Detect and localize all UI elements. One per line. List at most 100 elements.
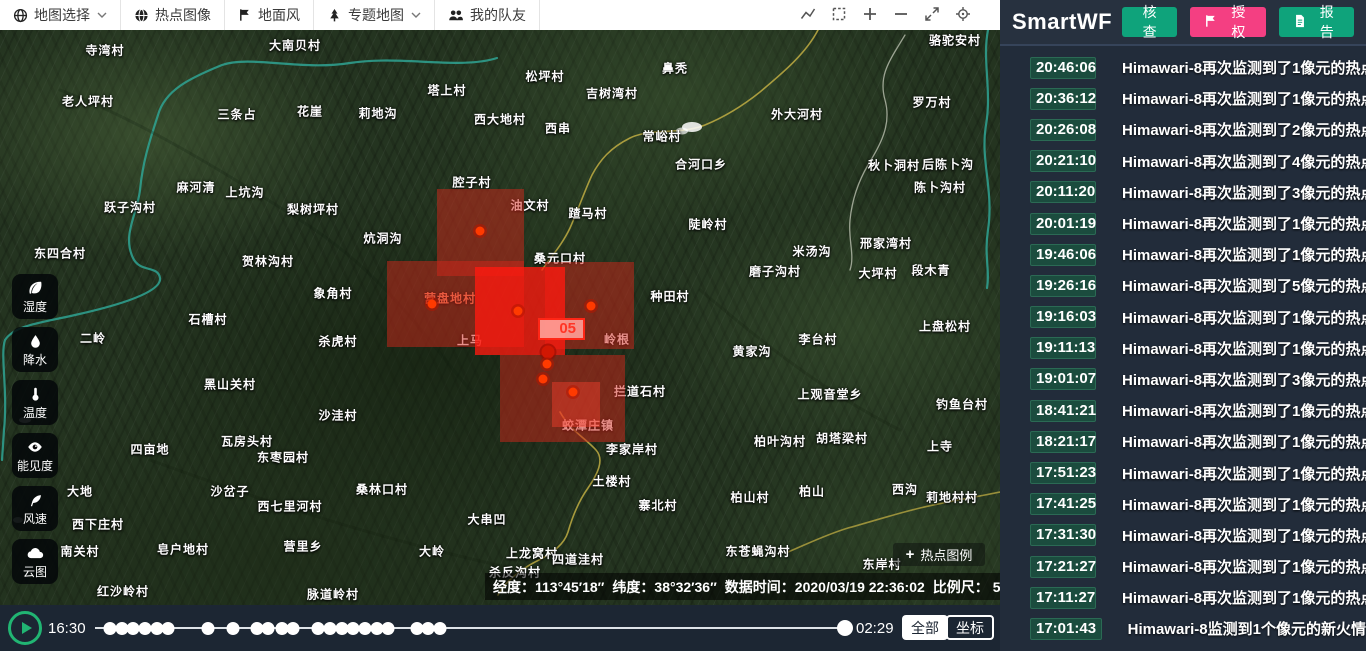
- map-label: 柏山: [799, 483, 825, 500]
- map-label: 李台村: [798, 331, 837, 348]
- feather-icon: [28, 491, 43, 509]
- alert-timestamp: 18:41:21: [1030, 400, 1096, 422]
- alert-row[interactable]: 17:31:30 Himawari-8再次监测到了1像元的热点: [1000, 520, 1366, 551]
- alert-row[interactable]: 18:21:17Himawari-8再次监测到了1像元的热点: [1000, 426, 1366, 457]
- timeline-dot[interactable]: [434, 622, 447, 635]
- 报告-button[interactable]: 报告: [1279, 7, 1354, 37]
- layer-button-eye[interactable]: 能见度: [12, 433, 58, 478]
- menu-globe-solid[interactable]: 热点图像: [121, 0, 225, 30]
- alert-row[interactable]: 17:11:27Himawari-8再次监测到了1像元的热点: [1000, 582, 1366, 613]
- layer-label: 降水: [23, 351, 47, 368]
- map-label: 吉树湾村: [586, 85, 638, 102]
- 授权-button[interactable]: 授权: [1190, 7, 1265, 37]
- alert-timestamp: 17:31:30: [1030, 524, 1096, 546]
- coordinates-button[interactable]: 坐标: [946, 615, 994, 640]
- map-label: 磨子沟村: [749, 263, 801, 280]
- map-label: 鼻秃: [662, 60, 688, 77]
- hotspot-legend-button[interactable]: + 热点图例: [893, 543, 985, 566]
- locate-button[interactable]: [954, 6, 972, 24]
- timeline-dot[interactable]: [382, 622, 395, 635]
- weather-layer-stack: 湿度降水温度能见度风速云图: [12, 274, 58, 584]
- alert-row[interactable]: 19:46:06Himawari-8再次监测到了1像元的热点: [1000, 239, 1366, 270]
- alert-message: Himawari-8再次监测到了5像元的热点: [1122, 275, 1366, 296]
- globe-icon: [13, 8, 28, 23]
- zoom-out-button[interactable]: [892, 6, 910, 24]
- alert-row[interactable]: 20:46:06Himawari-8再次监测到了1像元的热点: [1000, 52, 1366, 83]
- alert-message: Himawari-8再次监测到了1像元的热点: [1122, 213, 1366, 234]
- layer-button-leaf[interactable]: 湿度: [12, 274, 58, 319]
- alert-row[interactable]: 20:36:12Himawari-8再次监测到了1像元的热点: [1000, 83, 1366, 114]
- zoom-in-button[interactable]: [861, 6, 879, 24]
- measure-area-button[interactable]: [830, 6, 848, 24]
- menu-tree[interactable]: 专题地图: [314, 0, 435, 30]
- header-buttons: 核查授权报告: [1122, 7, 1354, 37]
- map-label: 上盘松村: [919, 318, 971, 335]
- map-label: 米汤沟: [792, 243, 831, 260]
- plus-icon: +: [906, 546, 915, 563]
- village-labels: 寺湾村大南贝村松坪村吉树湾村鼻秃骆驼安村老人坪村三条占花崖莉地沟塔上村西大地村西…: [0, 30, 1000, 605]
- timeline-dot[interactable]: [287, 622, 300, 635]
- panel-header: SmartWF 核查授权报告: [1000, 0, 1366, 46]
- layer-button-feather[interactable]: 风速: [12, 486, 58, 531]
- 核查-button[interactable]: 核查: [1122, 7, 1177, 37]
- fullscreen-button[interactable]: [923, 6, 941, 24]
- alert-row[interactable]: 18:41:21Himawari-8再次监测到了1像元的热点: [1000, 395, 1366, 426]
- map-label: 后陈卜沟: [922, 156, 974, 173]
- alert-row[interactable]: 17:41:25Himawari-8再次监测到了1像元的热点: [1000, 489, 1366, 520]
- alert-timestamp: 20:21:10: [1030, 150, 1096, 172]
- fire-point[interactable]: [569, 388, 578, 397]
- latitude-readout: 纬度：38°32′36″: [612, 577, 716, 597]
- all-button[interactable]: 全部: [902, 615, 948, 640]
- menu-flag[interactable]: 地面风: [225, 0, 314, 30]
- play-icon: [22, 622, 32, 634]
- alert-timestamp: 20:26:08: [1030, 119, 1096, 141]
- layer-button-thermometer[interactable]: 温度: [12, 380, 58, 425]
- alert-row[interactable]: 20:26:08Himawari-8再次监测到了2像元的热点: [1000, 114, 1366, 145]
- layer-button-droplet[interactable]: 降水: [12, 327, 58, 372]
- alert-row[interactable]: 20:01:19Himawari-8再次监测到了1像元的热点: [1000, 208, 1366, 239]
- timeline-dot[interactable]: [162, 622, 175, 635]
- alert-row[interactable]: 19:16:03Himawari-8再次监测到了1像元的热点: [1000, 302, 1366, 333]
- fire-point[interactable]: [476, 227, 485, 236]
- fire-point[interactable]: [539, 375, 548, 384]
- satellite-map[interactable]: 寺湾村大南贝村松坪村吉树湾村鼻秃骆驼安村老人坪村三条占花崖莉地沟塔上村西大地村西…: [0, 30, 1000, 605]
- alert-row[interactable]: 19:11:13Himawari-8再次监测到了1像元的热点: [1000, 333, 1366, 364]
- map-label: 段木青: [911, 262, 950, 279]
- map-label: 大地: [67, 483, 93, 500]
- map-label: 大串凹: [467, 511, 506, 528]
- layer-button-cloud[interactable]: 云图: [12, 539, 58, 584]
- map-label: 罗万村: [912, 94, 951, 111]
- fire-point[interactable]: [514, 307, 523, 316]
- alert-row[interactable]: 19:01:07Himawari-8再次监测到了3像元的热点: [1000, 364, 1366, 395]
- map-tools: [799, 0, 1000, 30]
- fire-point[interactable]: [542, 346, 555, 359]
- alert-row[interactable]: 20:11:20Himawari-8再次监测到了3像元的热点: [1000, 177, 1366, 208]
- alert-row[interactable]: 20:21:10Himawari-8再次监测到了4像元的热点: [1000, 146, 1366, 177]
- map-label: 李家岸村: [606, 441, 658, 458]
- measure-line-button[interactable]: [799, 6, 817, 24]
- fire-point[interactable]: [587, 302, 596, 311]
- menu-globe[interactable]: 地图选择: [0, 0, 121, 30]
- map-label: 老人坪村: [62, 93, 114, 110]
- layer-label: 温度: [23, 404, 47, 421]
- map-label: 塔上村: [427, 82, 466, 99]
- alert-row[interactable]: 19:26:16Himawari-8再次监测到了5像元的热点: [1000, 270, 1366, 301]
- map-label: 寺湾村: [85, 42, 124, 59]
- fire-id-tag[interactable]: 05: [538, 318, 585, 340]
- alert-message: Himawari-8再次监测到了1像元的热点: [1122, 525, 1366, 546]
- fire-point[interactable]: [543, 360, 552, 369]
- alert-timestamp: 17:51:23: [1030, 462, 1096, 484]
- fire-point[interactable]: [428, 300, 437, 309]
- timeline-dot[interactable]: [202, 622, 215, 635]
- timeline-dot[interactable]: [262, 622, 275, 635]
- menu-team[interactable]: 我的队友: [435, 0, 540, 30]
- timeline-current-handle[interactable]: [837, 620, 853, 636]
- measure-area-icon: [831, 6, 847, 25]
- alert-row[interactable]: 17:21:27Himawari-8再次监测到了1像元的热点: [1000, 551, 1366, 582]
- alert-message: Himawari-8再次监测到了1像元的热点: [1122, 494, 1366, 515]
- map-label: 柏山村: [730, 489, 769, 506]
- alert-row[interactable]: 17:51:23Himawari-8再次监测到了1像元的热点: [1000, 457, 1366, 488]
- timeline-dot[interactable]: [227, 622, 240, 635]
- play-button[interactable]: [8, 611, 42, 645]
- alert-row[interactable]: 17:01:43Himawari-8监测到1个像元的新火情: [1000, 613, 1366, 644]
